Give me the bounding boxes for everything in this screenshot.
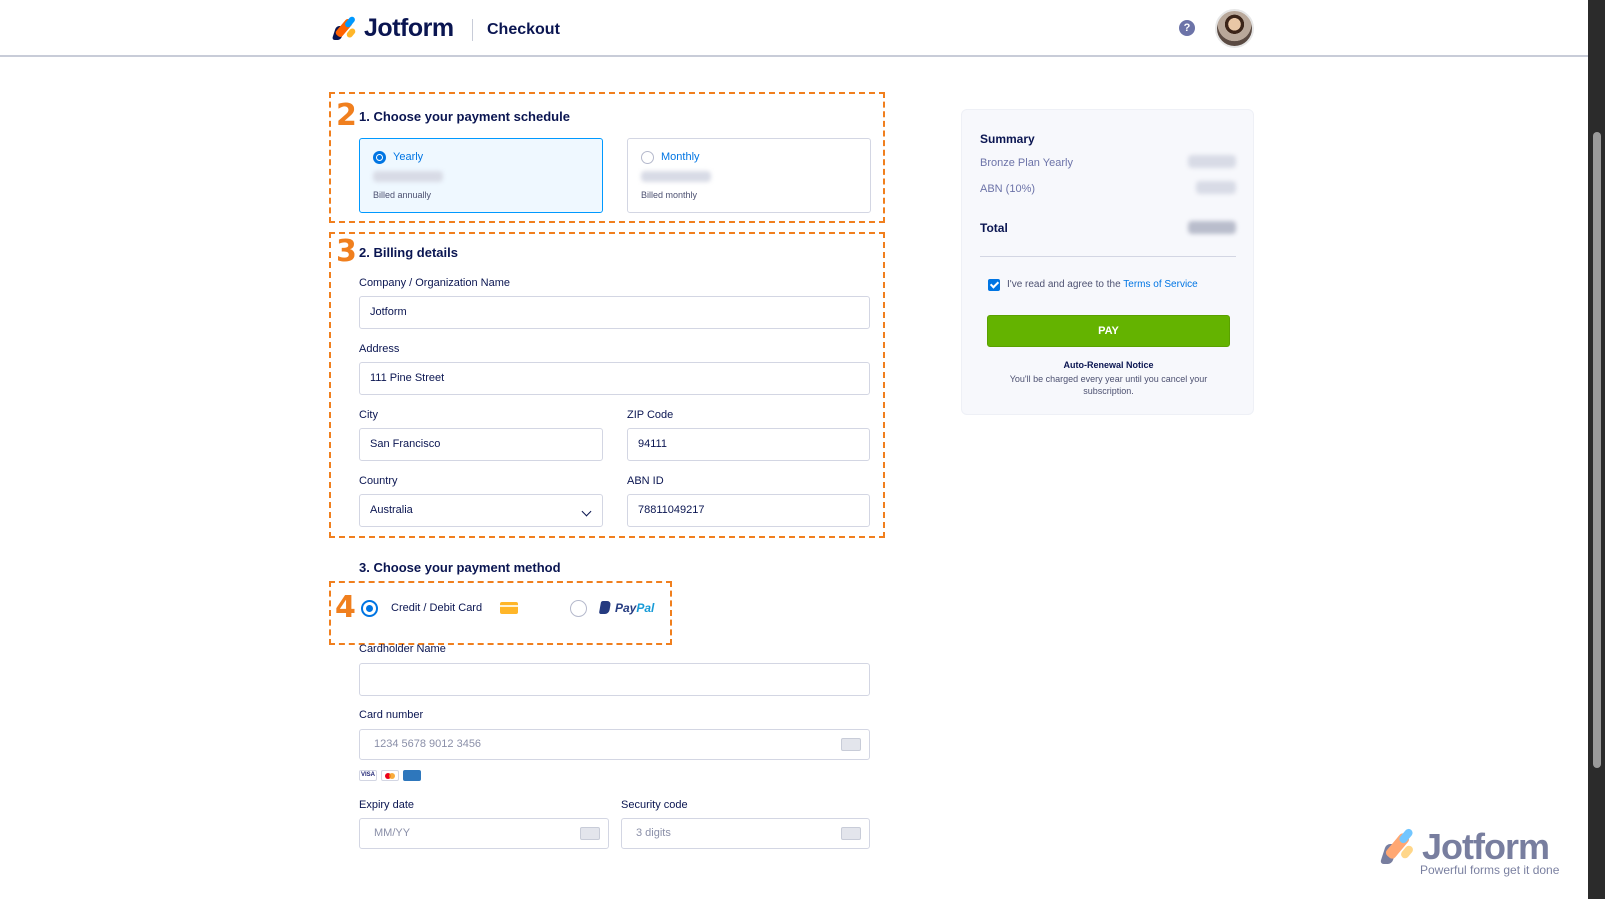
annotation-number: 3 [336,234,357,269]
calendar-card-icon [580,827,600,840]
card-icon [841,738,861,751]
cardholder-label: Cardholder Name [359,643,446,655]
scrollbar-thumb[interactable] [1593,132,1601,768]
credit-card-icon [500,602,518,614]
payment-title: 3. Choose your payment method [359,560,561,575]
plan-option-yearly[interactable]: Yearly Billed annually [359,138,603,213]
card-radio[interactable] [361,600,378,617]
order-summary-panel: Summary Bronze Plan Yearly ABN (10%) Tot… [961,109,1254,415]
card-number-input[interactable]: 1234 5678 9012 3456 [359,729,870,760]
abn-input[interactable]: 78811049217 [627,494,870,527]
yearly-radio[interactable] [373,151,386,164]
card-number-placeholder: 1234 5678 9012 3456 [374,738,482,750]
jotform-watermark: Jotform Powerful forms get it done [1379,826,1565,877]
plan-name: Monthly [661,151,700,163]
plan-billing-note: Billed monthly [641,190,698,200]
security-placeholder: 3 digits [636,827,671,839]
auto-renewal-text: You'll be charged every year until you c… [1009,374,1208,396]
country-value: Australia [370,504,413,516]
blurred-plan-price [1188,155,1236,168]
watermark-text: Jotform [1422,826,1550,867]
zip-input[interactable]: 94111 [627,428,870,461]
company-label: Company / Organization Name [359,277,511,289]
security-code-input[interactable]: 3 digits [621,818,870,849]
expiry-input[interactable]: MM/YY [359,818,609,849]
billing-title: 2. Billing details [359,245,458,260]
terms-of-service-link[interactable]: Terms of Service [1123,279,1197,290]
summary-divider [980,256,1236,257]
top-header: Jotform Checkout ? [0,0,1588,57]
terms-agreement: I've read and agree to the Terms of Serv… [1007,279,1198,290]
jotform-logo[interactable]: Jotform [331,14,454,43]
paypal-radio[interactable] [570,600,587,617]
logo-text: Jotform [364,14,454,42]
help-icon[interactable]: ? [1179,20,1195,36]
address-label: Address [359,343,400,355]
paypal-word-pay: Pay [615,601,637,615]
tax-line-label: ABN (10%) [980,183,1036,195]
abn-label: ABN ID [627,475,664,487]
amex-icon [403,770,421,781]
address-input[interactable]: 111 Pine Street [359,362,870,395]
visa-icon: VISA [359,770,377,781]
security-label: Security code [621,799,688,811]
chevron-down-icon [581,506,592,517]
blurred-price [373,171,443,182]
city-label: City [359,409,378,421]
country-label: Country [359,475,398,487]
mastercard-icon [381,770,399,781]
plan-billing-note: Billed annually [373,190,432,200]
cvv-card-icon [841,827,861,840]
cardholder-input[interactable] [359,663,870,696]
annotation-number: 2 [336,98,357,133]
city-input[interactable]: San Francisco [359,428,603,461]
zip-label: ZIP Code [627,409,674,421]
header-divider [472,19,473,41]
paypal-word-pal: Pal [636,601,655,615]
schedule-title: 1. Choose your payment schedule [359,109,570,124]
summary-title: Summary [980,132,1035,146]
paypal-logo[interactable]: PayPal [598,601,655,615]
total-label: Total [980,221,1008,235]
annotation-number: 4 [335,590,356,625]
watermark-logo-icon [1379,827,1418,866]
plan-line-label: Bronze Plan Yearly [980,157,1073,169]
page-scrollbar[interactable] [1588,0,1605,899]
auto-renewal-title: Auto-Renewal Notice [1063,360,1154,370]
watermark-tagline: Powerful forms get it done [1420,863,1560,877]
paypal-icon [598,601,612,614]
country-select[interactable]: Australia [359,494,603,527]
expiry-label: Expiry date [359,799,415,811]
blurred-price [641,171,711,182]
terms-checkbox[interactable] [988,279,1000,291]
jotform-logo-icon [331,14,358,42]
blurred-tax-amount [1196,181,1236,194]
expiry-placeholder: MM/YY [374,827,411,839]
blurred-total-amount [1188,221,1236,234]
page-title: Checkout [487,21,560,38]
agree-text: I've read and agree to the [1007,279,1124,290]
card-option-label[interactable]: Credit / Debit Card [391,602,482,614]
card-number-label: Card number [359,709,424,721]
user-avatar[interactable] [1215,9,1254,48]
plan-name: Yearly [393,151,424,163]
pay-button[interactable]: PAY [987,315,1230,347]
plan-option-monthly[interactable]: Monthly Billed monthly [627,138,871,213]
company-input[interactable]: Jotform [359,296,870,329]
monthly-radio[interactable] [641,151,654,164]
